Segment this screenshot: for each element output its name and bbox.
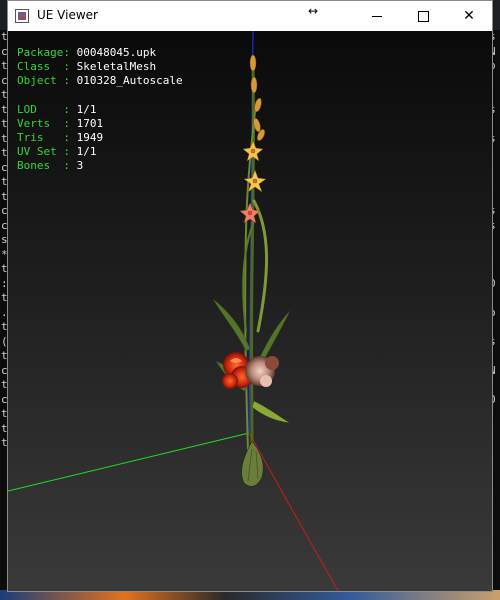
uvset-label: UV Set : bbox=[17, 145, 70, 159]
maximize-button[interactable] bbox=[400, 1, 446, 31]
title-bar[interactable]: UE Viewer ↔ ✕ bbox=[8, 1, 492, 31]
window-title: UE Viewer bbox=[37, 8, 98, 22]
ue-viewer-window: UE Viewer ↔ ✕ Package: 00048045.upk Clas… bbox=[7, 0, 493, 592]
tris-value: 1949 bbox=[76, 131, 104, 145]
axis-y-line bbox=[8, 432, 250, 492]
maximize-icon bbox=[417, 10, 429, 22]
flower-bud bbox=[241, 440, 264, 487]
info-row-package: Package: 00048045.upk bbox=[17, 46, 183, 60]
app-icon bbox=[15, 9, 29, 23]
3d-viewport[interactable]: Package: 00048045.upk Class : SkeletalMe… bbox=[8, 31, 492, 591]
verts-label: Verts : bbox=[17, 116, 70, 130]
package-value: 00048045.upk bbox=[76, 46, 157, 59]
resize-cursor-icon: ↔ bbox=[308, 4, 319, 18]
lod-label: LOD : bbox=[17, 102, 70, 116]
info-row-verts: Verts : 1701 bbox=[17, 117, 183, 131]
bones-label: Bones : bbox=[17, 159, 70, 173]
uvset-value: 1/1 bbox=[76, 145, 97, 159]
info-row-uvset: UV Set : 1/1 bbox=[17, 145, 183, 159]
package-label: Package: bbox=[17, 46, 70, 59]
close-button[interactable]: ✕ bbox=[446, 1, 492, 31]
tris-label: Tris : bbox=[17, 131, 70, 145]
info-row-bones: Bones : 3 bbox=[17, 159, 183, 173]
object-value: 010328_Autoscale bbox=[76, 74, 183, 88]
info-row-class: Class : SkeletalMesh bbox=[17, 60, 183, 74]
info-row-tris: Tris : 1949 bbox=[17, 131, 183, 145]
verts-value: 1701 bbox=[76, 116, 104, 130]
mesh-info-overlay: Package: 00048045.upk Class : SkeletalMe… bbox=[17, 46, 183, 174]
minimize-button[interactable] bbox=[354, 1, 400, 31]
bones-value: 3 bbox=[76, 159, 84, 173]
star-flowers bbox=[239, 140, 267, 224]
class-label: Class : bbox=[17, 60, 70, 74]
info-row-lod: LOD : 1/1 bbox=[17, 103, 183, 117]
info-row-object: Object : 010328_Autoscale bbox=[17, 74, 183, 88]
object-label: Object : bbox=[17, 74, 70, 88]
class-value: SkeletalMesh bbox=[76, 60, 157, 74]
axis-x-line bbox=[248, 432, 339, 591]
minimize-icon bbox=[372, 15, 382, 17]
close-icon: ✕ bbox=[463, 8, 475, 24]
lod-value: 1/1 bbox=[76, 102, 97, 116]
